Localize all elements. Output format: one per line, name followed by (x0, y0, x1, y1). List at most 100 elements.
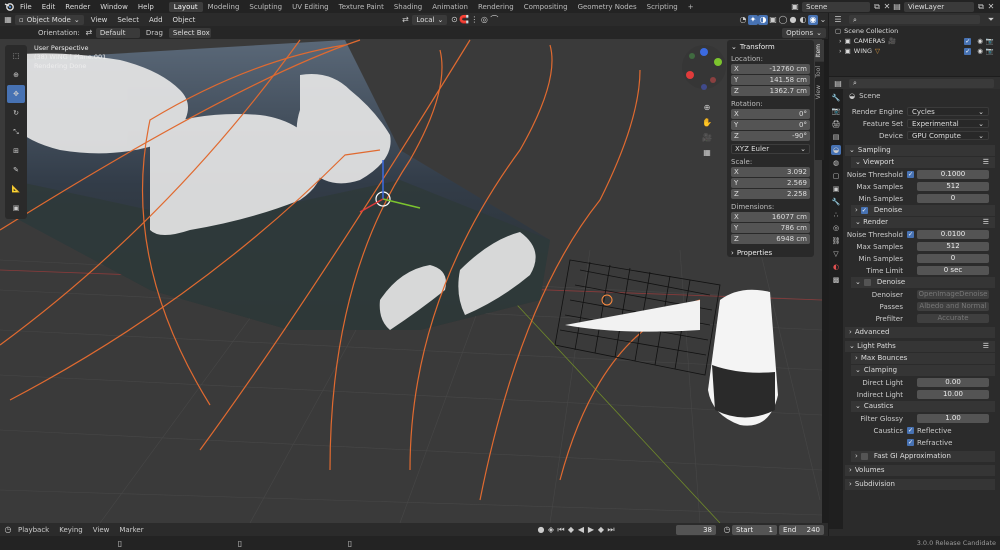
view-object-types-icon[interactable]: ◔ (738, 15, 748, 25)
sampling-panel-header[interactable]: ⌄ Sampling (845, 145, 995, 156)
select-box-icon[interactable]: ⬚ (7, 47, 25, 65)
list-icon[interactable]: ☰ (983, 217, 989, 228)
jump-end-icon[interactable]: ⏭ (606, 525, 616, 535)
render-subpanel-header[interactable]: ⌄ Render ☰ (851, 217, 995, 228)
zoom-icon[interactable]: ⊕ (702, 102, 712, 112)
world-tab-icon[interactable]: ◍ (831, 158, 841, 168)
falloff-icon[interactable]: ⌒ (489, 15, 499, 25)
wireframe-shading-icon[interactable]: ◯ (778, 15, 788, 25)
menu-keying[interactable]: Keying (54, 526, 88, 534)
scene-tab-icon[interactable]: ◒ (831, 145, 841, 155)
rendered-shading-icon[interactable]: ◉ (808, 14, 818, 25)
scale-z-field[interactable]: Z 2.258 (731, 189, 810, 199)
rotation-y-field[interactable]: Y 0° (731, 120, 810, 130)
options-dropdown[interactable]: Options ⌄ (782, 27, 826, 38)
viewport-subpanel-header[interactable]: ⌄ Viewport ☰ (851, 157, 995, 168)
physics-tab-icon[interactable]: ◎ (831, 223, 841, 233)
vp-denoise-checkbox[interactable]: ✓ (860, 207, 868, 214)
eye-icon[interactable]: ◉ (977, 47, 983, 55)
rotation-x-field[interactable]: X 0° (731, 109, 810, 119)
outliner-row-cameras[interactable]: › ▣ CAMERAS 🎥 ✓ ◉ 📷 (829, 36, 1000, 46)
clamping-subpanel-header[interactable]: ⌄ Clamping (851, 365, 995, 376)
constraints-tab-icon[interactable]: ⛓ (831, 236, 841, 246)
location-z-field[interactable]: Z 1362.7 cm (731, 86, 810, 96)
feature-set-dropdown[interactable]: Experimental ⌄ (907, 119, 989, 128)
tab-shading[interactable]: Shading (389, 2, 427, 12)
passes-dropdown[interactable]: Albedo and Normal (917, 302, 989, 311)
orientation-selector[interactable]: Local ⌄ (412, 14, 448, 25)
menu-file[interactable]: File (15, 3, 37, 11)
rotate-icon[interactable]: ↻ (7, 104, 25, 122)
modifier-tab-icon[interactable]: 🔧 (831, 197, 841, 207)
render-tab-icon[interactable]: 📷 (831, 106, 841, 116)
measure-icon[interactable]: 📐 (7, 180, 25, 198)
rotation-z-field[interactable]: Z -90° (731, 131, 810, 141)
menu-help[interactable]: Help (133, 3, 159, 11)
properties-search-field[interactable]: ⌕ (849, 78, 994, 88)
vp-max-samples-field[interactable]: 512 (917, 182, 989, 191)
prev-keyframe-icon[interactable]: ◆ (566, 525, 576, 535)
r-min-samples-field[interactable]: 0 (917, 254, 989, 263)
dimensions-z-field[interactable]: Z 6948 cm (731, 234, 810, 244)
mode-selector[interactable]: ▫ Object Mode ⌄ (15, 14, 84, 25)
snap-target-icon[interactable]: ⋮ (469, 15, 479, 25)
timeline-editor-icon[interactable]: ◷ (3, 525, 13, 535)
prefilter-dropdown[interactable]: Accurate (917, 314, 989, 323)
start-frame-field[interactable]: Start 1 (732, 524, 777, 535)
current-frame-field[interactable]: 38 (676, 524, 716, 535)
fast-gi-checkbox[interactable] (860, 453, 868, 460)
scale-x-field[interactable]: X 3.092 (731, 167, 810, 177)
menu-marker[interactable]: Marker (114, 526, 148, 534)
render-engine-dropdown[interactable]: Cycles ⌄ (907, 107, 989, 116)
outliner-row-wing[interactable]: › ▣ WING ▽ ✓ ◉ 📷 (829, 46, 1000, 56)
properties-subpanel-header[interactable]: › Properties (731, 249, 810, 257)
noise-threshold-checkbox[interactable]: ✓ (907, 171, 914, 178)
tab-texture-paint[interactable]: Texture Paint (334, 2, 389, 12)
vp-noise-threshold-field[interactable]: 0.1000 (917, 170, 989, 179)
denoiser-dropdown[interactable]: OpenImageDenoise (917, 290, 989, 299)
scene-icon[interactable]: ▣ (790, 2, 800, 12)
location-y-field[interactable]: Y 141.58 cm (731, 75, 810, 85)
end-frame-field[interactable]: End 240 (779, 524, 824, 535)
fast-gi-subpanel-header[interactable]: › Fast GI Approximation (851, 451, 995, 462)
menu-object[interactable]: Object (168, 16, 201, 24)
collection-tab-icon[interactable]: ▢ (831, 171, 841, 181)
tab-geometry-nodes[interactable]: Geometry Nodes (573, 2, 642, 12)
tab-animation[interactable]: Animation (427, 2, 473, 12)
close-icon[interactable]: ✕ (882, 2, 892, 12)
orientation-dropdown[interactable]: Default (95, 27, 140, 38)
device-dropdown[interactable]: GPU Compute ⌄ (907, 131, 989, 140)
location-x-field[interactable]: X -12760 cm (731, 64, 810, 74)
proportional-edit-icon[interactable]: ◎ (479, 15, 489, 25)
tab-scripting[interactable]: Scripting (642, 2, 683, 12)
exclude-checkbox[interactable]: ✓ (964, 37, 972, 45)
clock-icon[interactable]: ◷ (722, 525, 732, 535)
scale-y-field[interactable]: Y 2.569 (731, 178, 810, 188)
tab-rendering[interactable]: Rendering (473, 2, 519, 12)
r-noise-threshold-field[interactable]: 0.0100 (917, 230, 989, 239)
tab-modeling[interactable]: Modeling (203, 2, 245, 12)
eye-icon[interactable]: ◉ (977, 37, 983, 45)
solid-shading-icon[interactable]: ● (788, 15, 798, 25)
subdivision-panel-header[interactable]: › Subdivision (845, 479, 995, 490)
dimensions-x-field[interactable]: X 16077 cm (731, 212, 810, 222)
pivot-icon[interactable]: ⊙ (449, 15, 459, 25)
light-paths-panel-header[interactable]: ⌄ Light Paths ☰ (845, 341, 995, 352)
r-max-samples-field[interactable]: 512 (917, 242, 989, 251)
record-icon[interactable]: ● (536, 525, 546, 535)
view-layer-selector[interactable]: ViewLayer (904, 1, 974, 12)
blender-logo-icon[interactable] (3, 2, 15, 12)
advanced-panel-header[interactable]: › Advanced (845, 327, 995, 338)
view-layer-tab-icon[interactable]: ▤ (831, 132, 841, 142)
snap-icon[interactable]: 🧲 (459, 15, 469, 25)
r-noise-threshold-checkbox[interactable]: ✓ (907, 231, 914, 238)
vp-min-samples-field[interactable]: 0 (917, 194, 989, 203)
dimensions-y-field[interactable]: Y 786 cm (731, 223, 810, 233)
data-tab-icon[interactable]: ▽ (831, 249, 841, 259)
camera-render-icon[interactable]: 📷 (986, 37, 994, 45)
menu-view[interactable]: View (86, 16, 113, 24)
camera-view-icon[interactable]: 🎥 (702, 132, 712, 142)
annotate-icon[interactable]: ✎ (7, 161, 25, 179)
tool-tab-icon[interactable]: 🔧 (831, 93, 841, 103)
editor-type-icon[interactable]: ▦ (3, 15, 13, 25)
